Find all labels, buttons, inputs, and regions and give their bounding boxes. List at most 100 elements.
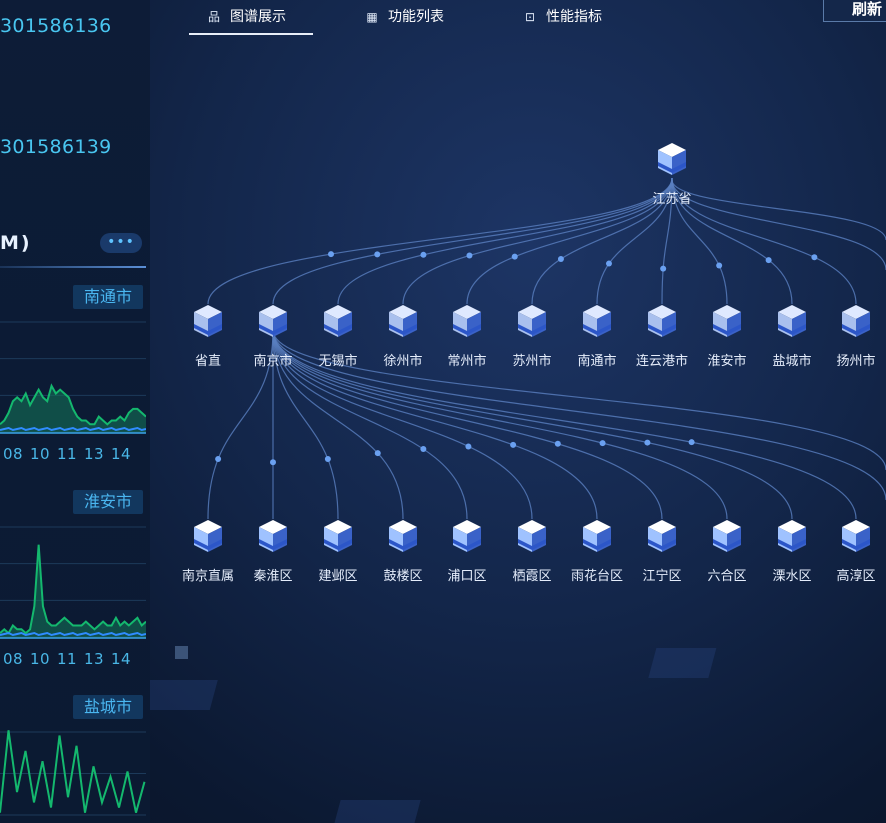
section-title: M): [0, 232, 32, 254]
node-city-icon: [778, 305, 806, 337]
node-district-label[interactable]: 雨花台区: [571, 565, 623, 584]
axis-tick: 10: [30, 445, 51, 463]
graph-edge-marker: [605, 260, 612, 267]
axis-tick: 08: [3, 650, 24, 668]
tab-label: 性能指标: [546, 9, 602, 25]
node-district-icon: [518, 520, 546, 552]
node-city-label[interactable]: 无锡市: [318, 350, 357, 369]
node-district-label[interactable]: 建邺区: [318, 565, 357, 584]
tab-function-list[interactable]: ▦ 功能列表: [364, 6, 444, 42]
node-district-label[interactable]: 溧水区: [772, 565, 811, 584]
graph-edge-marker: [554, 440, 561, 447]
graph-edge-marker: [374, 450, 381, 457]
graph-edge: [272, 329, 857, 520]
decorative-panel: [334, 800, 421, 823]
graph-edge-marker: [644, 439, 651, 446]
node-city-label[interactable]: 常州市: [447, 350, 486, 369]
graph-edge-marker: [660, 265, 667, 272]
sitemap-icon: 品: [207, 10, 220, 24]
node-district-icon: [389, 520, 417, 552]
node-city-icon: [259, 305, 287, 337]
node-city-icon: [194, 305, 222, 337]
traffic-chart-huaian: [0, 526, 146, 639]
node-district-icon: [259, 520, 287, 552]
axis-tick: 14: [111, 445, 132, 463]
account-id-2: 301586139: [0, 136, 112, 158]
chart-series-line: [0, 730, 146, 813]
time-axis-2: 08 10 11 13 14: [3, 650, 138, 668]
node-district-label[interactable]: 六合区: [707, 565, 746, 584]
graph-edge-marker: [557, 255, 564, 262]
graph-edge-marker: [215, 455, 222, 462]
node-city-label[interactable]: 连云港市: [636, 350, 688, 369]
node-district-label[interactable]: 浦口区: [447, 565, 486, 584]
graph-edge: [671, 179, 886, 241]
graph-edge: [337, 177, 673, 305]
more-button[interactable]: •••: [100, 233, 142, 253]
node-root-icon: [658, 143, 686, 175]
node-district-label[interactable]: 栖霞区: [512, 565, 551, 584]
graph-edge-marker: [811, 254, 818, 261]
active-tab-indicator: [189, 33, 313, 35]
left-panel: 301586136 301586139 M) ••• 南通市 08 10 11 13 1…: [0, 0, 150, 823]
node-city-icon: [583, 305, 611, 337]
node-district-label[interactable]: 秦淮区: [253, 565, 292, 584]
refresh-button[interactable]: 刷新: [823, 0, 886, 22]
node-city-label[interactable]: 省直: [195, 350, 221, 369]
graph-edge: [671, 177, 857, 305]
node-city-label[interactable]: 扬州市: [836, 350, 875, 369]
node-district-icon: [453, 520, 481, 552]
traffic-chart-nantong: [0, 321, 146, 434]
node-city-label[interactable]: 徐州市: [383, 350, 422, 369]
decorative-square: [175, 646, 188, 659]
node-district-label[interactable]: 南京直属: [182, 565, 234, 584]
graph-edge: [466, 177, 673, 305]
account-id-1: 301586136: [0, 15, 112, 37]
graph-edge-marker: [270, 459, 276, 466]
node-city-icon: [648, 305, 676, 337]
graph-edge-marker: [466, 252, 473, 259]
graph-edge: [531, 177, 673, 305]
graph-edge: [671, 179, 886, 271]
node-district-label[interactable]: 江宁区: [642, 565, 681, 584]
tab-label: 功能列表: [388, 9, 444, 25]
chart-series-line: [0, 544, 146, 635]
node-district-icon: [194, 520, 222, 552]
node-city-icon: [324, 305, 352, 337]
axis-tick: 08: [3, 445, 24, 463]
time-axis-1: 08 10 11 13 14: [3, 445, 138, 463]
node-district-icon: [778, 520, 806, 552]
graph-edge-marker: [688, 439, 695, 446]
node-city-icon: [518, 305, 546, 337]
node-root-label[interactable]: 江苏省: [652, 188, 691, 207]
axis-tick: 13: [84, 650, 105, 668]
node-district-icon: [713, 520, 741, 552]
node-city-icon: [842, 305, 870, 337]
tab-label: 图谱展示: [230, 9, 286, 25]
node-city-label[interactable]: 盐城市: [772, 350, 811, 369]
grid-icon: ▦: [366, 10, 378, 24]
node-city-label[interactable]: 苏州市: [512, 350, 551, 369]
node-district-icon: [842, 520, 870, 552]
city-tag-huaian[interactable]: 淮安市: [73, 490, 143, 514]
tab-graph-view[interactable]: 品图谱展示: [206, 6, 286, 42]
node-city-label[interactable]: 淮安市: [707, 350, 746, 369]
node-city-icon: [713, 305, 741, 337]
graph-edge-marker: [420, 446, 427, 453]
graph-edge-marker: [765, 257, 772, 264]
graph-edge-marker: [511, 253, 518, 260]
axis-tick: 11: [57, 445, 78, 463]
tab-performance[interactable]: ⊡ 性能指标: [522, 6, 602, 42]
city-tag-nantong[interactable]: 南通市: [73, 285, 143, 309]
city-tag-yancheng[interactable]: 盐城市: [73, 695, 143, 719]
graph-edge-marker: [374, 251, 381, 258]
node-city-label[interactable]: 南京市: [253, 350, 292, 369]
axis-tick: 14: [111, 650, 132, 668]
graph-edge-marker: [716, 262, 723, 269]
graph-edge-marker: [599, 440, 606, 447]
node-district-label[interactable]: 鼓楼区: [383, 565, 422, 584]
node-district-label[interactable]: 高淳区: [836, 565, 875, 584]
graph-edge-marker: [328, 251, 335, 258]
traffic-chart-yancheng: [0, 730, 146, 816]
node-city-label[interactable]: 南通市: [577, 350, 616, 369]
